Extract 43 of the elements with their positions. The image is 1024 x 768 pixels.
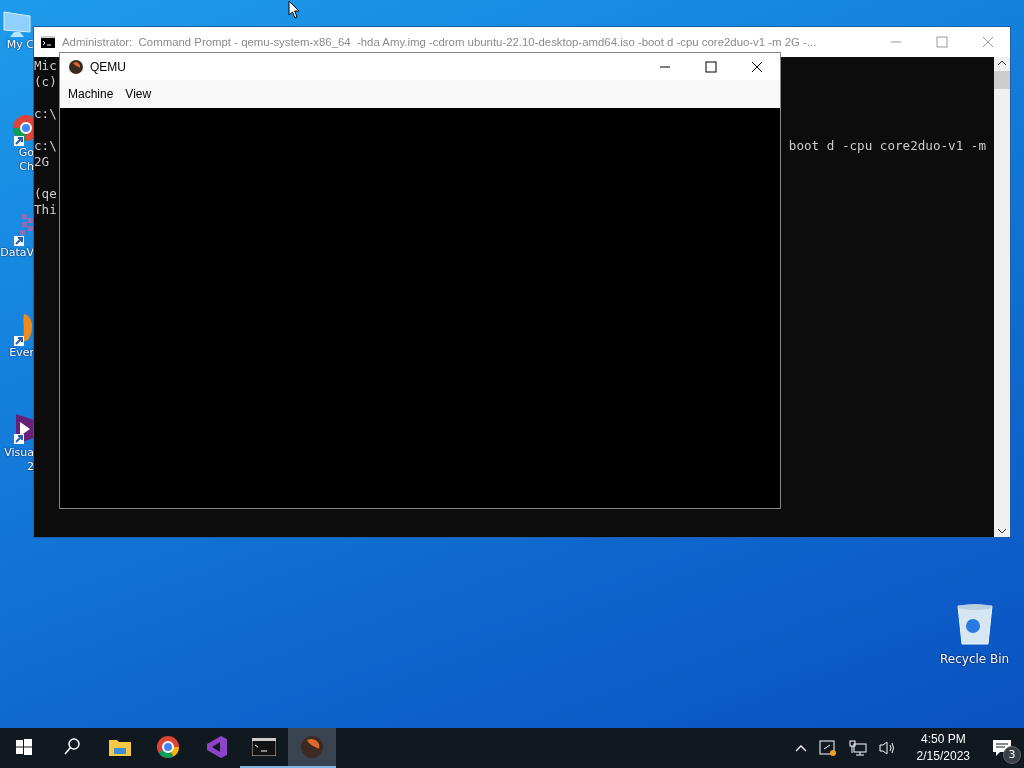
icon-label: DataV: [0, 246, 34, 260]
recycle-bin-icon[interactable]: [954, 602, 995, 646]
console-text: c:\: [34, 106, 57, 122]
close-icon[interactable]: [751, 60, 763, 73]
console-text: c:\: [34, 138, 57, 154]
console-icon: [41, 36, 55, 48]
notification-count: 3: [1003, 746, 1021, 764]
window-title: Administrator: Command Prompt - qemu-system-x86_64 -hda Amy.img -cdrom ubuntu-22.10-desktop-amd64.iso -boot d -cpu core2duo-v1 -m 2G -...: [62, 36, 817, 48]
icon-label: Visua: [4, 446, 34, 460]
maximize-icon[interactable]: [705, 60, 717, 73]
search-icon: [64, 738, 80, 756]
scroll-thumb[interactable]: [994, 71, 1010, 89]
taskbar-button[interactable]: [288, 728, 336, 768]
menu-item[interactable]: Machine: [62, 84, 120, 104]
window-title: QEMU: [90, 59, 126, 74]
date-text: 2/15/2023: [916, 748, 970, 765]
console-text: Mic: [34, 58, 57, 74]
icon-label: Ch: [19, 160, 34, 174]
icon-label: Go: [18, 146, 34, 160]
chrome-icon: [156, 735, 180, 759]
app-logo-icon: [300, 735, 324, 759]
console-text: boot d -cpu core2duo-v1 -m: [788, 138, 986, 154]
console-text: 2G: [34, 154, 50, 170]
windows-logo-icon: [16, 739, 32, 755]
network-icon[interactable]: [848, 740, 867, 756]
icon-label: 2: [27, 460, 34, 474]
visual-studio-icon: [204, 735, 228, 759]
chevron-up-icon[interactable]: [794, 744, 807, 752]
time-text: 4:50 PM: [920, 731, 966, 748]
speaker-icon[interactable]: [878, 740, 897, 756]
console-text: Thi: [34, 202, 57, 218]
console-text: (c): [34, 74, 57, 90]
icon-label: Ever: [9, 346, 34, 360]
console-text: (qe: [34, 186, 57, 202]
cursor-icon: [288, 0, 300, 19]
folder-icon: [109, 738, 131, 756]
app-logo-icon: [68, 58, 84, 75]
menu-item[interactable]: View: [119, 84, 158, 104]
icon-label: Recycle Bin: [940, 652, 1010, 666]
clock[interactable]: 4:50 PM 2/15/2023: [902, 731, 980, 765]
console-icon: [252, 738, 276, 756]
icon-label: My C: [6, 38, 34, 52]
scroll-bar[interactable]: [994, 57, 1010, 537]
